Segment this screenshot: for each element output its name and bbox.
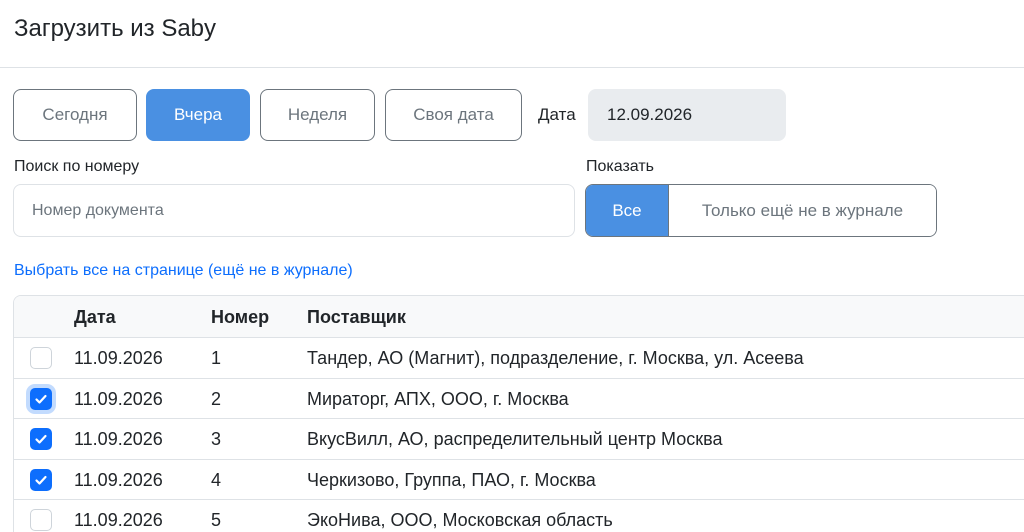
show-all-button[interactable]: Все [586, 185, 668, 236]
search-label: Поиск по номеру [14, 158, 140, 175]
row-checkbox[interactable] [30, 387, 52, 410]
table-row[interactable]: 11.09.2026 3 ВкусВилл, АО, распределител… [14, 419, 1024, 460]
row-number: 4 [211, 469, 222, 490]
column-header-date: Дата [74, 307, 116, 327]
row-number: 5 [211, 510, 222, 530]
row-checkbox[interactable] [30, 428, 52, 450]
row-checkbox[interactable] [30, 468, 52, 491]
show-filter-label: Показать [586, 158, 655, 175]
row-supplier: ЭкоНива, ООО, Московская область [307, 510, 613, 530]
table-header: Дата Номер Поставщик [14, 296, 1024, 338]
week-button[interactable]: Неделя [260, 89, 375, 141]
date-label: Дата [538, 105, 576, 124]
row-checkbox[interactable] [30, 509, 52, 531]
show-filter-group: Все Только ещё не в журнале [585, 184, 937, 237]
row-checkbox[interactable] [30, 347, 52, 369]
table-row[interactable]: 11.09.2026 4 Черкизово, Группа, ПАО, г. … [14, 460, 1024, 500]
row-date: 11.09.2026 [74, 510, 163, 530]
document-number-input[interactable]: Номер документа [13, 184, 575, 237]
row-number: 3 [211, 429, 222, 449]
row-number: 1 [211, 348, 222, 368]
checkmark-icon [35, 394, 47, 404]
row-supplier: Мираторг, АПХ, ООО, г. Москва [307, 388, 569, 409]
column-header-supplier: Поставщик [307, 307, 406, 327]
table-row[interactable]: 11.09.2026 1 Тандер, АО (Магнит), подраз… [14, 338, 1024, 379]
dialog-header: Загрузить из Saby [0, 0, 1024, 68]
row-supplier: ВкусВилл, АО, распределительный центр Мо… [307, 429, 723, 449]
yesterday-button[interactable]: Вчера [146, 89, 250, 141]
row-date: 11.09.2026 [74, 469, 163, 490]
date-field[interactable]: 12.09.2026 [588, 89, 786, 141]
row-supplier: Тандер, АО (Магнит), подразделение, г. М… [307, 348, 804, 368]
row-number: 2 [211, 388, 222, 409]
today-button[interactable]: Сегодня [13, 89, 137, 141]
row-date: 11.09.2026 [74, 348, 163, 368]
documents-table: Дата Номер Поставщик 11.09.2026 1 Тандер… [13, 295, 1024, 532]
row-date: 11.09.2026 [74, 429, 163, 449]
row-supplier: Черкизово, Группа, ПАО, г. Москва [307, 469, 596, 490]
dialog-title: Загрузить из Saby [14, 15, 217, 42]
table-row[interactable]: 11.09.2026 2 Мираторг, АПХ, ООО, г. Моск… [14, 379, 1024, 419]
row-date: 11.09.2026 [74, 388, 163, 409]
checkmark-icon [35, 475, 47, 485]
select-all-link[interactable]: Выбрать все на странице (ещё не в журнал… [14, 261, 353, 281]
show-not-in-journal-button[interactable]: Только ещё не в журнале [668, 185, 936, 236]
checkmark-icon [35, 434, 47, 444]
table-row[interactable]: 11.09.2026 5 ЭкоНива, ООО, Московская об… [14, 500, 1024, 532]
custom-date-button[interactable]: Своя дата [385, 89, 522, 141]
column-header-number: Номер [211, 307, 270, 327]
